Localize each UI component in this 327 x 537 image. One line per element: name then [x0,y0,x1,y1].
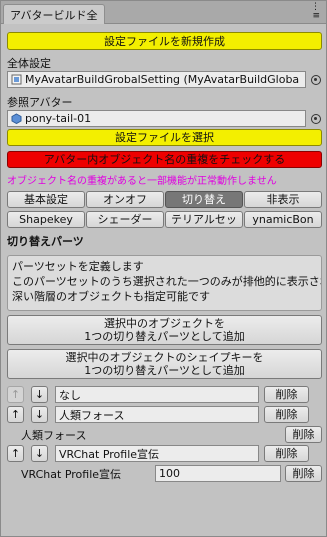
menu-icon[interactable]: ≡ [312,12,320,21]
delete-button[interactable]: 削除 [285,426,322,443]
button-line: 選択中のオブジェクトを [104,317,225,330]
tab-dynamic-bone[interactable]: ynamicBon [244,211,322,228]
object-picker-icon[interactable] [311,114,321,124]
section-title: 切り替えパーツ [7,235,84,248]
global-settings-field[interactable]: MyAvatarBuildGrobalSetting (MyAvatarBuil… [7,71,306,88]
ref-avatar-label: 参照アバター [7,96,73,109]
ref-avatar-value: pony-tail-01 [25,112,92,125]
delete-button[interactable]: 削除 [264,386,309,403]
tab-shapekey[interactable]: Shapekey [7,211,85,228]
delete-button[interactable]: 削除 [264,406,309,423]
title-bar: アバタービルド全 ⋮ ≡ [1,1,326,24]
part-name-field[interactable]: VRChat Profile宣伝 [55,445,259,462]
object-picker-icon[interactable] [311,75,321,85]
move-down-button[interactable]: ↓ [31,406,48,423]
tab-basic[interactable]: 基本設定 [7,191,85,208]
part-name-field[interactable]: なし [55,386,259,403]
part-shapekey-label: VRChat Profile宣伝 [21,468,122,481]
global-settings-label: 全体設定 [7,57,51,70]
shapekey-value-field[interactable]: 100 [155,465,281,482]
move-down-button[interactable]: ↓ [31,445,48,462]
move-down-button[interactable]: ↓ [31,386,48,403]
delete-button[interactable]: 削除 [264,445,309,462]
delete-button[interactable]: 削除 [285,465,322,482]
tab-hide[interactable]: 非表示 [244,191,322,208]
asset-icon [11,74,22,85]
create-settings-button[interactable]: 設定ファイルを新規作成 [7,32,322,50]
add-selected-shapekeys-button[interactable]: 選択中のオブジェクトのシェイプキーを 1つの切り替えパーツとして追加 [7,349,322,379]
check-duplicate-button[interactable]: アバター内オブジェクト名の重複をチェックする [7,151,322,168]
move-up-button[interactable]: ↑ [7,386,24,403]
tab-switch[interactable]: 切り替え [165,191,243,208]
help-line: パーツセットを定義します [12,260,144,273]
add-selected-objects-button[interactable]: 選択中のオブジェクトを 1つの切り替えパーツとして追加 [7,315,322,345]
select-settings-button[interactable]: 設定ファイルを選択 [7,129,322,146]
editor-window: アバタービルド全 ⋮ ≡ 設定ファイルを新規作成 全体設定 MyAvatarBu… [0,0,327,537]
help-line: このパーツセットのうち選択された一つのみが排他的に表示されます [12,275,322,288]
button-line: 選択中のオブジェクトのシェイプキーを [65,351,264,364]
help-box: パーツセットを定義します このパーツセットのうち選択された一つのみが排他的に表示… [7,255,322,311]
ref-avatar-field[interactable]: pony-tail-01 [7,110,306,127]
part-name-field[interactable]: 人類フォース [55,406,259,423]
button-line: 1つの切り替えパーツとして追加 [84,330,245,343]
global-settings-value: MyAvatarBuildGrobalSetting (MyAvatarBuil… [25,73,300,86]
move-up-button[interactable]: ↑ [7,406,24,423]
tab-shader[interactable]: シェーダー [86,211,164,228]
part-object-label: 人類フォース [21,429,87,442]
button-line: 1つの切り替えパーツとして追加 [84,364,245,377]
move-up-button[interactable]: ↑ [7,445,24,462]
window-tab[interactable]: アバタービルド全 [3,4,105,24]
window-controls: ⋮ ≡ [302,3,320,21]
warning-text: オブジェクト名の重複があると一部機能が正常動作しません [7,176,277,187]
prefab-icon [11,113,22,124]
tab-material-set[interactable]: テリアルセッ [165,211,243,228]
help-line: 深い階層のオブジェクトも指定可能です [12,290,210,303]
tab-onoff[interactable]: オンオフ [86,191,164,208]
